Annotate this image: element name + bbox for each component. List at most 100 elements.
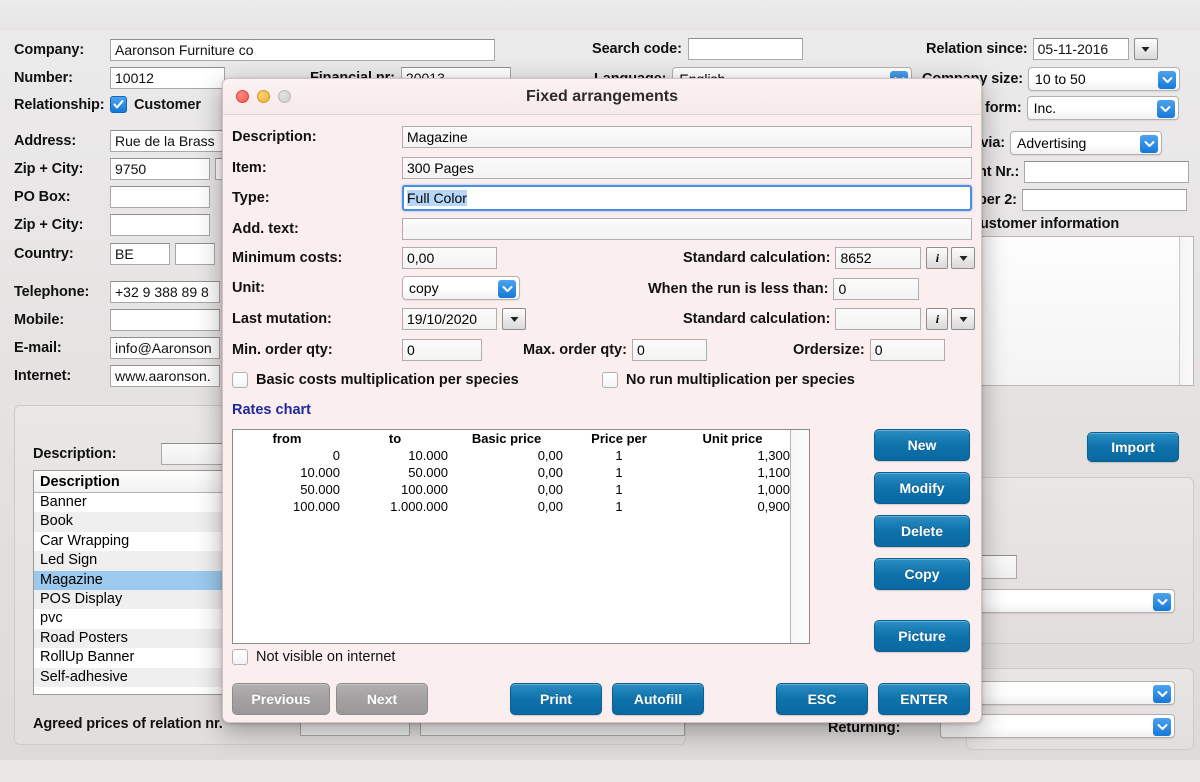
input-last-mutation[interactable]: 19/10/2020 (402, 308, 497, 330)
table-column-header[interactable]: Price per (564, 430, 674, 447)
input-account-nr[interactable] (1024, 161, 1189, 183)
table-column-header[interactable]: Unit price (674, 430, 791, 447)
table-cell: 1.000.000 (341, 498, 449, 515)
label-run-less-than: When the run is less than: (648, 281, 828, 297)
input-email[interactable]: info@Aaronson (110, 337, 220, 359)
combo-relation-via[interactable]: Advertising (1010, 131, 1162, 155)
input-ordersize[interactable]: 0 (870, 339, 945, 361)
info-icon: i (936, 312, 939, 327)
checkbox-customer[interactable] (110, 96, 127, 113)
input-zip-2[interactable] (110, 214, 210, 236)
input-relation-since[interactable]: 05-11-2016 (1033, 38, 1129, 60)
input-country[interactable]: BE (110, 243, 170, 265)
chevron-down-icon (1153, 593, 1171, 611)
table-row[interactable]: 50.000100.0000,0011,000 (233, 481, 791, 498)
next-button-label: Next (367, 691, 397, 707)
table-cell-empty (674, 617, 791, 634)
customer-info-scrollbar[interactable] (1179, 237, 1193, 385)
print-button[interactable]: Print (510, 683, 602, 715)
table-cell: 100.000 (233, 498, 341, 515)
info-icon: i (936, 251, 939, 266)
esc-button-label: ESC (808, 691, 837, 707)
table-cell-empty (341, 566, 449, 583)
autofill-button[interactable]: Autofill (612, 683, 704, 715)
rates-table-scrollbar[interactable] (790, 430, 809, 643)
standard-calculation-2-dropdown[interactable] (951, 308, 975, 330)
table-row-empty (233, 549, 791, 566)
table-cell-empty (674, 549, 791, 566)
input-item[interactable]: 300 Pages (402, 157, 972, 179)
input-max-order-qty[interactable]: 0 (632, 339, 707, 361)
input-mobile[interactable] (110, 309, 220, 331)
table-column-header[interactable]: to (341, 430, 449, 447)
table-cell-empty (341, 515, 449, 532)
rates-chart-table[interactable]: fromtoBasic pricePrice perUnit price 010… (232, 429, 810, 644)
table-cell: 1,300 (674, 447, 791, 464)
esc-button[interactable]: ESC (776, 683, 868, 715)
checkbox-no-run-multiplication[interactable] (602, 372, 618, 388)
field-row-mobile: Mobile: (14, 309, 220, 331)
input-search-code[interactable] (688, 38, 803, 60)
previous-button[interactable]: Previous (232, 683, 330, 715)
table-cell: 1,100 (674, 464, 791, 481)
field-row-search-code: Search code: (592, 38, 803, 60)
combo-unit[interactable]: copy (402, 276, 520, 300)
table-cell-empty (449, 566, 564, 583)
table-cell-empty (449, 600, 564, 617)
input-standard-calculation-2[interactable] (835, 308, 921, 330)
standard-calculation-1-dropdown[interactable] (951, 247, 975, 269)
combo-legal-form[interactable]: Inc. (1027, 96, 1179, 120)
table-row[interactable]: 010.0000,0011,300 (233, 447, 791, 464)
last-mutation-dropdown[interactable] (502, 308, 526, 330)
input-telephone[interactable]: +32 9 388 89 8 (110, 281, 220, 303)
input-company[interactable]: Aaronson Furniture co (110, 39, 495, 61)
table-column-header[interactable]: Basic price (449, 430, 564, 447)
table-row[interactable]: 100.0001.000.0000,0010,900 (233, 498, 791, 515)
input-description[interactable]: Magazine (402, 126, 972, 148)
input-number-2[interactable] (1022, 189, 1187, 211)
input-country-extra[interactable] (175, 243, 215, 265)
checkbox-basic-costs-multiplication[interactable] (232, 372, 248, 388)
delete-button[interactable]: Delete (874, 515, 970, 547)
table-row[interactable]: 10.00050.0000,0011,100 (233, 464, 791, 481)
rates-chart-link[interactable]: Rates chart (232, 402, 311, 418)
field-row-zip-city-2: Zip + City: (14, 214, 210, 236)
dialog-titlebar[interactable]: Fixed arrangements (223, 79, 981, 115)
label-address: Address: (14, 133, 110, 149)
table-cell-empty (564, 566, 674, 583)
info-button-1[interactable]: i (926, 247, 948, 269)
date-dropdown-button[interactable] (1134, 38, 1158, 60)
table-cell-empty (449, 617, 564, 634)
copy-button-label: Copy (905, 566, 940, 582)
input-zip-1[interactable]: 9750 (110, 158, 210, 180)
field-row-po-box: PO Box: (14, 186, 210, 208)
input-type[interactable]: Full Color (402, 185, 972, 211)
input-address[interactable]: Rue de la Brass (110, 130, 225, 152)
info-button-2[interactable]: i (926, 308, 948, 330)
new-button[interactable]: New (874, 429, 970, 461)
table-cell-empty (233, 634, 341, 644)
input-run-less-than[interactable]: 0 (833, 278, 919, 300)
enter-button[interactable]: ENTER (878, 683, 970, 715)
input-standard-calculation-1[interactable]: 8652 (835, 247, 921, 269)
input-number[interactable]: 10012 (110, 67, 225, 89)
label-legal-form: form: (985, 100, 1022, 116)
input-po-box[interactable] (110, 186, 210, 208)
label-relationship: Relationship: (14, 97, 110, 113)
input-min-order-qty[interactable]: 0 (402, 339, 482, 361)
label-zip-city-2: Zip + City: (14, 217, 110, 233)
modify-button[interactable]: Modify (874, 472, 970, 504)
triangle-down-icon (1141, 46, 1150, 53)
table-column-header[interactable]: from (233, 430, 341, 447)
input-add-text[interactable] (402, 218, 972, 240)
checkbox-not-visible-on-internet[interactable] (232, 649, 248, 665)
combo-company-size[interactable]: 10 to 50 (1028, 67, 1180, 91)
customer-information-textarea[interactable] (966, 236, 1194, 386)
table-cell: 10.000 (233, 464, 341, 481)
input-minimum-costs[interactable]: 0,00 (402, 247, 497, 269)
import-button[interactable]: Import (1087, 432, 1179, 462)
next-button[interactable]: Next (336, 683, 428, 715)
picture-button[interactable]: Picture (874, 620, 970, 652)
input-internet[interactable]: www.aaronson. (110, 365, 220, 387)
copy-button[interactable]: Copy (874, 558, 970, 590)
